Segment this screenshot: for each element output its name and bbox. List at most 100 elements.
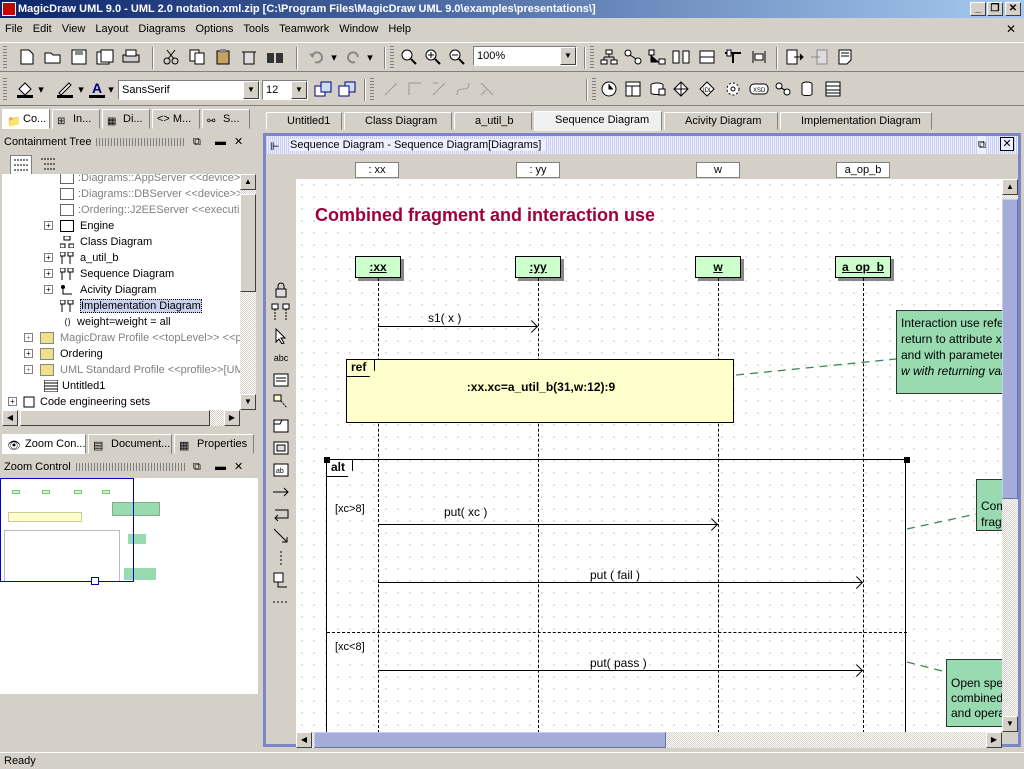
text-color-icon[interactable]: A (86, 78, 108, 100)
scroll-left-icon[interactable]: ◀ (296, 732, 312, 748)
interaction-use-icon[interactable]: ab (269, 460, 293, 480)
gate-tool-icon[interactable] (269, 570, 293, 590)
tree-item[interactable]: + Engine (44, 218, 114, 234)
class-diagram-icon[interactable] (622, 78, 644, 100)
expand-icon[interactable]: + (44, 253, 53, 262)
anchor-tool-icon[interactable] (269, 392, 293, 412)
settings-gear-icon[interactable] (722, 78, 744, 100)
diagram-horizontal-scrollbar[interactable]: ◀ ▶ (296, 732, 1002, 748)
lock-icon[interactable] (269, 280, 293, 300)
align-layout-icon[interactable] (722, 46, 744, 68)
bring-front-icon[interactable] (312, 78, 334, 100)
save-icon[interactable] (68, 46, 90, 68)
diagram-tab-activity[interactable]: Acivity Diagram (664, 112, 778, 130)
minimize-panel-icon[interactable]: ▬ (215, 133, 226, 151)
restore-button[interactable]: ❐ (987, 2, 1003, 16)
line-color-icon[interactable] (54, 78, 76, 100)
tab-containment[interactable]: 📁 Co... (2, 109, 50, 129)
database-icon[interactable] (796, 78, 818, 100)
tab-diagrams[interactable]: ▦ Di... (102, 109, 150, 129)
tree-item-selected[interactable]: Implementation Diagram (59, 298, 202, 314)
fill-color-dropdown-icon[interactable]: ▾ (36, 78, 46, 100)
message-tool-icon[interactable] (269, 482, 293, 502)
scroll-up-icon[interactable]: ▲ (1002, 179, 1018, 195)
menu-options[interactable]: Options (190, 20, 238, 38)
expand-icon[interactable]: + (8, 397, 17, 406)
text-color-dropdown-icon[interactable]: ▾ (106, 78, 116, 100)
scroll-thumb[interactable] (20, 410, 210, 426)
tree-item[interactable]: + a_util_b (44, 250, 119, 266)
minimize-panel-icon[interactable]: ▬ (215, 458, 226, 476)
fill-color-icon[interactable] (14, 78, 36, 100)
expand-icon[interactable]: + (24, 349, 33, 358)
tree-item[interactable]: :Ordering::J2EEServer <<executi (60, 202, 239, 218)
font-combo[interactable]: SansSerif ▼ (118, 80, 260, 100)
menu-view[interactable]: View (57, 20, 91, 38)
robustness-icon[interactable] (772, 78, 794, 100)
scroll-thumb[interactable] (314, 732, 666, 748)
expand-icon[interactable]: + (24, 365, 33, 374)
redo-dropdown-icon[interactable]: ▾ (364, 46, 376, 68)
tree-item[interactable]: + Ordering (24, 346, 103, 362)
menu-diagrams[interactable]: Diagrams (133, 20, 190, 38)
paste-icon[interactable] (212, 46, 234, 68)
pointer-icon[interactable] (269, 326, 293, 346)
menu-window[interactable]: Window (334, 20, 383, 38)
tree-item[interactable]: Untitled1 (43, 378, 105, 394)
tree-item[interactable]: :Diagrams::DBServer <<device>> (60, 186, 240, 202)
back-diagram-icon[interactable] (808, 46, 830, 68)
spread-layout-icon[interactable] (748, 46, 770, 68)
chevron-down-icon[interactable]: ▼ (243, 81, 259, 99)
collapse-all-icon[interactable] (38, 155, 60, 175)
orthogonal-layout-icon[interactable] (622, 46, 644, 68)
xml-schema-icon[interactable]: XSD (748, 78, 770, 100)
idl-diagram-icon[interactable]: IDL (696, 78, 718, 100)
undo-dropdown-icon[interactable]: ▾ (328, 46, 340, 68)
float-panel-icon[interactable]: ⧉ (193, 133, 201, 151)
diagram-tab-class[interactable]: Class Diagram (344, 112, 452, 130)
find-icon[interactable] (264, 46, 286, 68)
tab-properties[interactable]: ▦ Properties (174, 434, 254, 454)
zoom-in-icon[interactable] (422, 46, 444, 68)
zoom-combo[interactable]: 100% ▼ (473, 46, 577, 66)
menu-help[interactable]: Help (383, 20, 416, 38)
tab-zoom-control[interactable]: 👁 Zoom Con... (2, 434, 86, 454)
float-window-icon[interactable]: ⧉ (978, 136, 986, 154)
zoom-preview[interactable] (0, 478, 258, 694)
tree-item[interactable]: :Diagrams::AppServer <<device>> (60, 174, 240, 186)
diagonal-message-icon[interactable] (269, 526, 293, 546)
tab-search[interactable]: ⚯ S... (202, 109, 250, 129)
menu-edit[interactable]: Edit (28, 20, 57, 38)
expand-icon[interactable]: + (44, 221, 53, 230)
frame-tool-icon[interactable] (269, 416, 293, 436)
expand-icon[interactable]: + (44, 269, 53, 278)
undo-icon[interactable] (306, 46, 328, 68)
menu-tools[interactable]: Tools (238, 20, 274, 38)
scroll-up-icon[interactable]: ▲ (240, 174, 256, 190)
web-diagram-icon[interactable] (670, 78, 692, 100)
chevron-down-icon[interactable]: ▼ (560, 47, 576, 65)
scroll-down-icon[interactable]: ▼ (240, 394, 256, 410)
tree-item[interactable]: + MagicDraw Profile <<topLevel>> <<pr (24, 330, 240, 346)
expand-icon[interactable]: + (44, 285, 53, 294)
scroll-right-icon[interactable]: ▶ (224, 410, 240, 426)
close-document-icon[interactable]: ✕ (1006, 22, 1016, 36)
scroll-thumb[interactable] (240, 194, 256, 292)
tree-item[interactable]: + Sequence Diagram (44, 266, 174, 282)
diagram-tab-a-util-b[interactable]: a_util_b (454, 112, 532, 130)
send-back-icon[interactable] (336, 78, 358, 100)
palette-more-icon[interactable] (269, 592, 293, 612)
scroll-down-icon[interactable]: ▼ (1002, 716, 1018, 732)
tree-vertical-scrollbar[interactable]: ▲ ▼ (240, 174, 256, 410)
open-diagram-icon[interactable] (784, 46, 806, 68)
class-layout-icon[interactable] (696, 46, 718, 68)
return-message-icon[interactable] (269, 504, 293, 524)
menu-file[interactable]: File (0, 20, 28, 38)
tab-model-extensions[interactable]: <> M... (152, 109, 200, 129)
close-panel-icon[interactable]: ✕ (234, 133, 243, 151)
save-all-icon[interactable] (94, 46, 116, 68)
zoom-resize-handle[interactable] (91, 577, 99, 585)
diagram-tab-untitled1[interactable]: Untitled1 (266, 112, 342, 130)
zoom-viewport-rect[interactable] (0, 478, 134, 582)
print-icon[interactable] (120, 46, 142, 68)
